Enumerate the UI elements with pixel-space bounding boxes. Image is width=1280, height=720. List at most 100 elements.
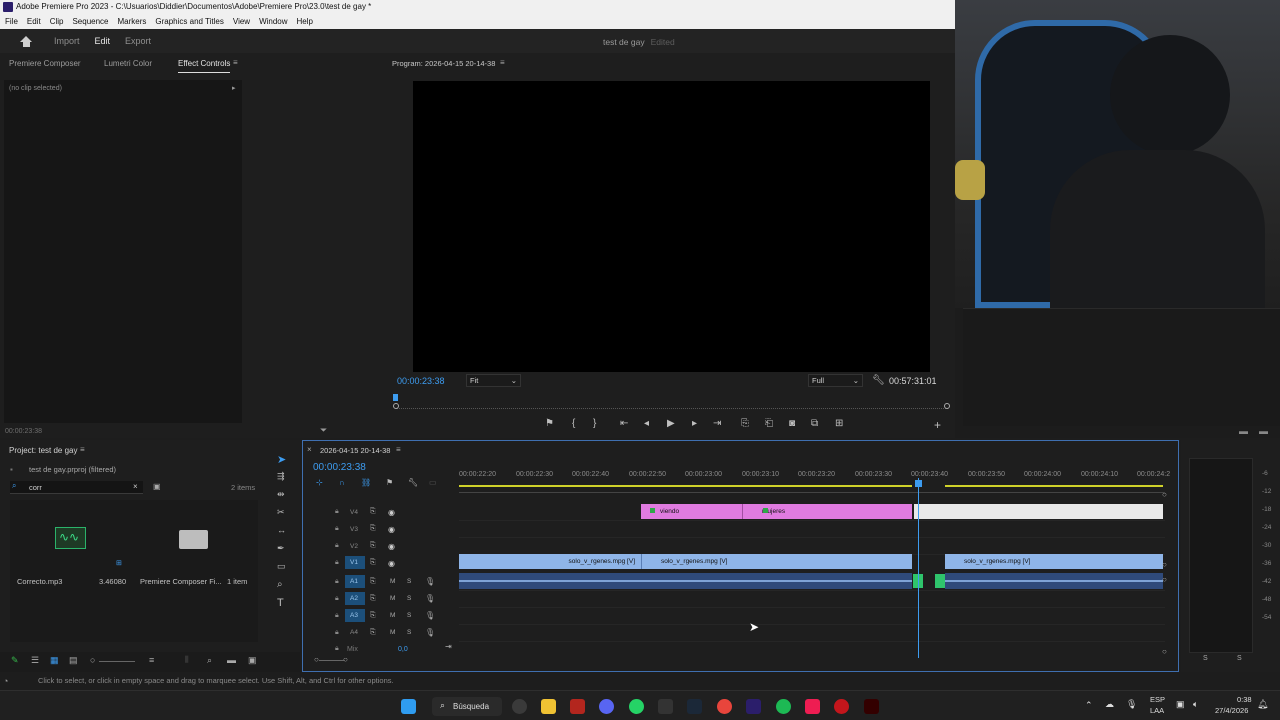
spotify-icon[interactable] [776,699,791,714]
filter-icon[interactable]: ⏷ [320,425,327,436]
sync-lock-icon[interactable]: ⎘ [370,578,376,586]
language-code[interactable]: ESP [1150,695,1165,704]
timeline-timecode[interactable]: 00:00:23:38 [313,462,366,473]
menu-graphics[interactable]: Graphics and Titles [155,14,223,29]
opera-icon[interactable] [834,699,849,714]
new-item-icon[interactable]: ▣ [248,655,257,666]
selection-tool-icon[interactable]: ➤ [277,453,286,466]
playhead-handle[interactable] [915,480,922,487]
add-marker-icon[interactable]: ⚑ [386,478,393,487]
scroll-handle[interactable]: ○ [1162,560,1167,569]
marker-icon[interactable]: ⚑ [545,418,554,429]
lock-icon[interactable]: 🔒︎ [335,542,339,550]
folder-thumbnail[interactable] [179,530,208,549]
taskbar-search[interactable]: ⌕ Búsqueda [432,697,502,716]
clock-time[interactable]: 0:38 [1237,695,1252,704]
premiere-taskbar-icon[interactable] [746,699,761,714]
menu-edit[interactable]: Edit [27,14,41,29]
lock-icon[interactable]: 🔒︎ [335,508,339,516]
item-name-audio[interactable]: Correcto.mp3 [17,577,62,586]
chrome-icon[interactable] [717,699,732,714]
new-bin-footer-icon[interactable]: ▬ [227,655,236,665]
menu-view[interactable]: View [233,14,250,29]
timeline-settings-icon[interactable]: 🔧︎ [408,478,418,487]
track-select-icon[interactable]: ⇶ [277,471,285,482]
discord-icon[interactable] [599,699,614,714]
language-layout[interactable]: LAA [1150,706,1164,715]
folder-icon[interactable]: ▬ [1239,426,1248,436]
linked-selection-icon[interactable]: ⛓ [361,478,371,487]
tab-premiere-composer[interactable]: Premiere Composer [9,59,81,68]
solo-button[interactable]: S [407,595,411,602]
find-icon[interactable]: ⌕ [207,655,212,666]
onedrive-icon[interactable]: ☁ [1105,699,1114,710]
clip-v1-a[interactable]: solo_v_rgenes.mpg [V] [459,554,641,569]
go-to-out-icon[interactable]: ⇥ [713,418,721,429]
sync-lock-icon[interactable]: ⎘ [370,629,376,637]
tab-lumetri-color[interactable]: Lumetri Color [104,59,152,68]
mic-icon[interactable]: 🎙︎ [425,577,435,586]
trash-icon[interactable]: ▬ [1259,426,1268,436]
project-search-input[interactable]: ⌕ corr × [10,481,143,494]
video-viewer[interactable] [413,81,930,372]
clip-v1-b[interactable]: solo_v_rgenes.mpg [V] [641,554,912,569]
quality-select[interactable]: Full ⌄ [808,374,863,387]
steam-icon[interactable] [687,699,702,714]
wrench-icon[interactable]: 🔧︎ [872,375,885,386]
work-area-bar-2[interactable] [945,485,1163,487]
play-icon[interactable]: ▶ [667,418,675,429]
ripple-edit-icon[interactable]: ⇹ [277,489,285,500]
meter-solo-left[interactable]: S [1203,655,1208,662]
program-scrub-bar[interactable] [396,401,948,409]
epic-games-icon[interactable] [658,699,673,714]
tiktok-icon[interactable] [805,699,820,714]
hand-tool-icon[interactable]: ⌕ [277,579,283,590]
icon-view-icon[interactable]: ▦ [50,655,59,666]
sync-lock-icon[interactable]: ⎘ [370,559,376,567]
clip-v1-c[interactable]: solo_v_rgenes.mpg [V] [945,554,1163,569]
compare-icon[interactable]: ⧉ [811,418,818,429]
eye-icon[interactable]: ◉ [388,542,395,551]
solo-button[interactable]: S [407,612,411,619]
mic-icon[interactable]: 🎙︎ [425,628,435,637]
project-menu-icon[interactable]: ≡ [80,445,85,454]
clip-white[interactable] [914,504,1163,519]
program-timecode[interactable]: 00:00:23:38 [397,376,445,386]
menu-window[interactable]: Window [259,14,287,29]
razor-tool-icon[interactable]: ✂ [277,507,285,518]
program-menu-icon[interactable]: ≡ [500,58,505,67]
scroll-handle[interactable]: ○ [1162,575,1167,584]
scroll-handle[interactable]: ○ [1162,490,1167,499]
timeline-zoom-bar[interactable] [319,660,345,661]
scroll-handle[interactable]: ○ [1162,647,1167,656]
in-handle[interactable] [393,403,399,409]
eye-icon[interactable]: ◉ [388,525,395,534]
meter-solo-right[interactable]: S [1237,655,1242,662]
mic-icon[interactable]: 🎙︎ [425,594,435,603]
whatsapp-icon[interactable] [629,699,644,714]
pencil-icon[interactable]: ✎ [11,655,19,666]
clock-date[interactable]: 27/4/2026 [1215,706,1248,715]
track-target-a1[interactable]: A1 [345,575,365,588]
camera-icon[interactable]: ◙ [789,418,795,429]
tab-export[interactable]: Export [125,36,151,46]
lock-icon[interactable]: 🔒︎ [335,578,339,586]
program-playhead[interactable] [393,394,398,401]
track-label-v2[interactable]: V2 [350,543,358,550]
home-icon[interactable] [20,35,33,47]
lock-icon[interactable]: 🔒︎ [335,612,339,620]
mute-button[interactable]: M [390,629,395,636]
solo-button[interactable]: S [407,629,411,636]
notifications-icon[interactable]: 🔔︎ [1257,699,1268,710]
audio-clip-green[interactable] [935,574,945,588]
clip-viendo[interactable]: viendo [641,504,742,519]
zoom-slider[interactable] [99,661,135,662]
automate-icon[interactable]: ⫼ [185,655,189,665]
go-to-end-icon[interactable]: ⇥ [445,642,452,651]
work-area-bar[interactable] [459,485,912,487]
type-tool-icon[interactable]: T [277,597,284,609]
out-handle[interactable] [944,403,950,409]
lock-icon[interactable]: 🔒︎ [335,645,339,653]
audio-clip-a1-2[interactable] [945,573,1163,589]
file-explorer-icon[interactable] [541,699,556,714]
